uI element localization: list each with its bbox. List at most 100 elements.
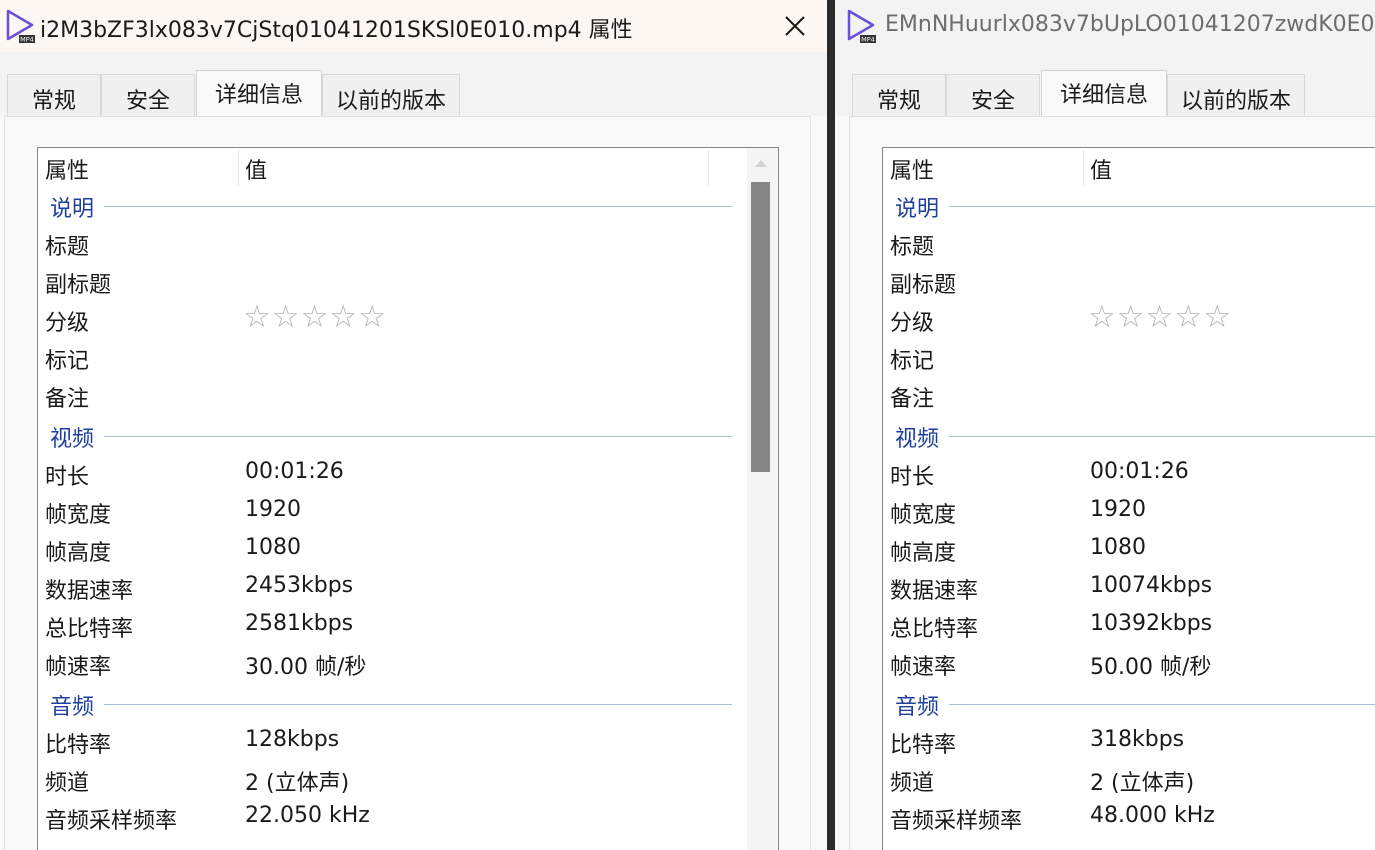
star-outline-icon[interactable]: ☆ bbox=[1088, 299, 1117, 335]
prop-audio-bitrate-value[interactable]: 318kbps bbox=[1090, 727, 1184, 752]
details-panel: 属性 值 说明 标题 副标题 分级 ☆☆☆☆☆ 标记 备注 视频 时长 00:0… bbox=[4, 116, 811, 850]
prop-audio-bitrate-label[interactable]: 比特率 bbox=[890, 727, 956, 759]
prop-frame-height-label[interactable]: 帧高度 bbox=[890, 535, 956, 567]
mp4-play-icon: MP4 bbox=[847, 9, 876, 44]
vertical-scrollbar[interactable] bbox=[747, 148, 778, 850]
prop-duration-label[interactable]: 时长 bbox=[890, 459, 934, 491]
prop-frame-rate-label[interactable]: 帧速率 bbox=[45, 649, 111, 681]
prop-data-rate-value[interactable]: 10074kbps bbox=[1090, 573, 1212, 598]
prop-duration-value[interactable]: 00:01:26 bbox=[1090, 459, 1189, 484]
prop-subtitle-label[interactable]: 副标题 bbox=[890, 267, 956, 299]
prop-frame-height-value[interactable]: 1080 bbox=[245, 535, 301, 560]
tab-security[interactable]: 安全 bbox=[101, 74, 195, 116]
prop-duration-label[interactable]: 时长 bbox=[45, 459, 89, 491]
column-divider[interactable] bbox=[238, 150, 239, 186]
prop-tags-label[interactable]: 标记 bbox=[45, 343, 89, 375]
prop-frame-width-label[interactable]: 帧宽度 bbox=[45, 497, 111, 529]
property-list[interactable]: 属性 值 说明 标题 副标题 分级 ☆☆☆☆☆ 标记 备注 视频 时长 00:0… bbox=[882, 147, 1375, 850]
prop-total-bitrate-value[interactable]: 2581kbps bbox=[245, 611, 353, 636]
prop-data-rate-label[interactable]: 数据速率 bbox=[45, 573, 133, 605]
prop-audio-bitrate-value[interactable]: 128kbps bbox=[245, 727, 339, 752]
close-icon[interactable] bbox=[781, 12, 809, 40]
prop-frame-rate-value[interactable]: 50.00 帧/秒 bbox=[1090, 649, 1211, 681]
title-bar: MP4 EMnNHuurlx083v7bUpLO01041207zwdK0E03… bbox=[835, 0, 1375, 52]
tab-previous-versions[interactable]: 以前的版本 bbox=[1167, 74, 1305, 116]
prop-rating-label[interactable]: 分级 bbox=[45, 305, 89, 337]
star-outline-icon[interactable]: ☆ bbox=[1174, 299, 1203, 335]
prop-total-bitrate-label[interactable]: 总比特率 bbox=[45, 611, 133, 643]
prop-frame-height-label[interactable]: 帧高度 bbox=[45, 535, 111, 567]
group-divider bbox=[104, 704, 732, 705]
star-outline-icon[interactable]: ☆ bbox=[243, 299, 272, 335]
prop-sample-rate-label[interactable]: 音频采样频率 bbox=[890, 803, 1022, 835]
column-divider[interactable] bbox=[1083, 150, 1084, 186]
svg-text:MP4: MP4 bbox=[20, 36, 34, 44]
star-outline-icon[interactable]: ☆ bbox=[1203, 299, 1232, 335]
column-value[interactable]: 值 bbox=[1090, 153, 1112, 185]
prop-comments-label[interactable]: 备注 bbox=[45, 381, 89, 413]
details-panel: 属性 值 说明 标题 副标题 分级 ☆☆☆☆☆ 标记 备注 视频 时长 00:0… bbox=[849, 116, 1375, 850]
tab-bar: 常规 安全 详细信息 以前的版本 bbox=[835, 52, 1375, 117]
tab-details[interactable]: 详细信息 bbox=[196, 70, 322, 117]
prop-channels-label[interactable]: 频道 bbox=[890, 765, 934, 797]
tab-previous-versions[interactable]: 以前的版本 bbox=[322, 74, 460, 116]
prop-channels-value[interactable]: 2 (立体声) bbox=[245, 765, 349, 797]
prop-frame-width-value[interactable]: 1920 bbox=[245, 497, 301, 522]
window-title: i2M3bZF3lx083v7CjStq01041201SKSl0E010.mp… bbox=[40, 18, 633, 43]
property-list[interactable]: 属性 值 说明 标题 副标题 分级 ☆☆☆☆☆ 标记 备注 视频 时长 00:0… bbox=[37, 147, 779, 850]
group-divider bbox=[104, 436, 732, 437]
tab-general[interactable]: 常规 bbox=[7, 74, 101, 116]
prop-channels-value[interactable]: 2 (立体声) bbox=[1090, 765, 1194, 797]
group-description: 说明 bbox=[895, 197, 940, 222]
group-divider bbox=[104, 206, 732, 207]
star-outline-icon[interactable]: ☆ bbox=[272, 299, 301, 335]
star-outline-icon[interactable]: ☆ bbox=[358, 299, 387, 335]
star-outline-icon[interactable]: ☆ bbox=[1146, 299, 1175, 335]
star-outline-icon[interactable]: ☆ bbox=[1117, 299, 1146, 335]
prop-duration-value[interactable]: 00:01:26 bbox=[245, 459, 344, 484]
prop-title-label[interactable]: 标题 bbox=[45, 229, 89, 261]
group-divider bbox=[949, 704, 1375, 705]
mp4-play-icon: MP4 bbox=[6, 9, 35, 44]
window-gap bbox=[827, 0, 835, 850]
scrollbar-thumb[interactable] bbox=[751, 182, 770, 472]
column-property[interactable]: 属性 bbox=[890, 153, 934, 185]
prop-data-rate-value[interactable]: 2453kbps bbox=[245, 573, 353, 598]
prop-total-bitrate-value[interactable]: 10392kbps bbox=[1090, 611, 1212, 636]
rating-stars[interactable]: ☆☆☆☆☆ bbox=[1088, 299, 1232, 335]
prop-sample-rate-value[interactable]: 48.000 kHz bbox=[1090, 803, 1215, 828]
group-video: 视频 bbox=[895, 427, 940, 452]
title-bar: MP4 i2M3bZF3lx083v7CjStq01041201SKSl0E01… bbox=[0, 0, 827, 52]
prop-rating-label[interactable]: 分级 bbox=[890, 305, 934, 337]
prop-channels-label[interactable]: 频道 bbox=[45, 765, 89, 797]
prop-frame-width-label[interactable]: 帧宽度 bbox=[890, 497, 956, 529]
properties-dialog-left: MP4 i2M3bZF3lx083v7CjStq01041201SKSl0E01… bbox=[0, 0, 827, 850]
prop-subtitle-label[interactable]: 副标题 bbox=[45, 267, 111, 299]
scroll-up-arrow-icon[interactable] bbox=[755, 160, 767, 167]
group-divider bbox=[949, 206, 1375, 207]
prop-comments-label[interactable]: 备注 bbox=[890, 381, 934, 413]
prop-frame-rate-value[interactable]: 30.00 帧/秒 bbox=[245, 649, 366, 681]
prop-frame-rate-label[interactable]: 帧速率 bbox=[890, 649, 956, 681]
tab-general[interactable]: 常规 bbox=[852, 74, 946, 116]
rating-stars[interactable]: ☆☆☆☆☆ bbox=[243, 299, 387, 335]
star-outline-icon[interactable]: ☆ bbox=[329, 299, 358, 335]
prop-sample-rate-value[interactable]: 22.050 kHz bbox=[245, 803, 370, 828]
prop-tags-label[interactable]: 标记 bbox=[890, 343, 934, 375]
prop-sample-rate-label[interactable]: 音频采样频率 bbox=[45, 803, 177, 835]
column-divider[interactable] bbox=[708, 150, 709, 186]
prop-data-rate-label[interactable]: 数据速率 bbox=[890, 573, 978, 605]
window-title: EMnNHuurlx083v7bUpLO01041207zwdK0E030 bbox=[885, 12, 1375, 37]
prop-frame-height-value[interactable]: 1080 bbox=[1090, 535, 1146, 560]
column-header: 属性 值 bbox=[38, 148, 778, 188]
column-value[interactable]: 值 bbox=[245, 153, 267, 185]
star-outline-icon[interactable]: ☆ bbox=[301, 299, 330, 335]
prop-frame-width-value[interactable]: 1920 bbox=[1090, 497, 1146, 522]
column-property[interactable]: 属性 bbox=[45, 153, 89, 185]
prop-total-bitrate-label[interactable]: 总比特率 bbox=[890, 611, 978, 643]
prop-audio-bitrate-label[interactable]: 比特率 bbox=[45, 727, 111, 759]
prop-title-label[interactable]: 标题 bbox=[890, 229, 934, 261]
tab-details[interactable]: 详细信息 bbox=[1041, 70, 1167, 117]
tab-security[interactable]: 安全 bbox=[946, 74, 1040, 116]
properties-dialog-right: MP4 EMnNHuurlx083v7bUpLO01041207zwdK0E03… bbox=[835, 0, 1375, 850]
